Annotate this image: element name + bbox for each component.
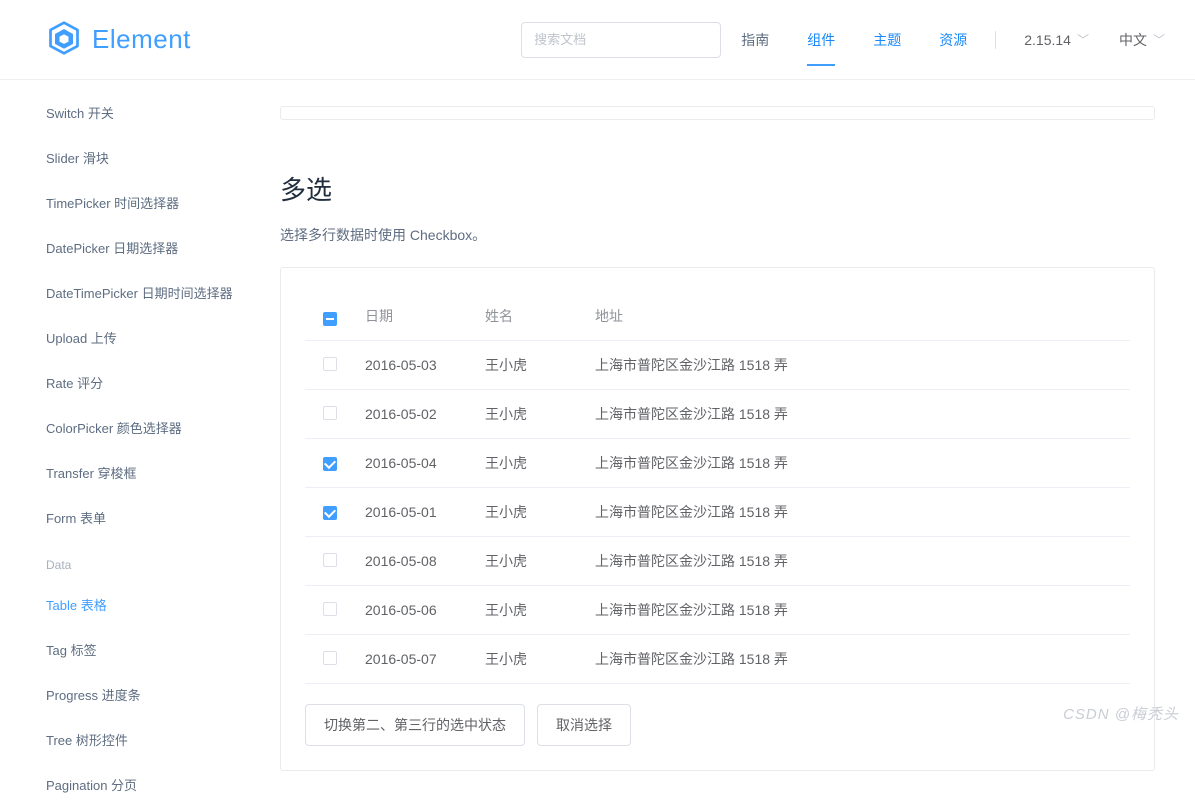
table-row: 2016-05-02王小虎上海市普陀区金沙江路 1518 弄 bbox=[305, 390, 1130, 439]
header: Element 指南 组件 主题 资源 2.15.14 ﹀ 中文 ﹀ bbox=[0, 0, 1195, 80]
cell-address: 上海市普陀区金沙江路 1518 弄 bbox=[585, 439, 1130, 488]
nav-component[interactable]: 组件 bbox=[807, 4, 835, 76]
sidebar-item-colorpicker[interactable]: ColorPicker 颜色选择器 bbox=[46, 405, 280, 450]
cell-name: 王小虎 bbox=[475, 537, 585, 586]
row-checkbox-cell bbox=[305, 488, 355, 537]
sidebar-item-datepicker[interactable]: DatePicker 日期选择器 bbox=[46, 225, 280, 270]
row-checkbox-cell bbox=[305, 635, 355, 684]
cell-name: 王小虎 bbox=[475, 439, 585, 488]
watermark: CSDN @梅秃头 bbox=[1063, 703, 1179, 724]
sidebar-item-pagination[interactable]: Pagination 分页 bbox=[46, 762, 280, 807]
table-row: 2016-05-04王小虎上海市普陀区金沙江路 1518 弄 bbox=[305, 439, 1130, 488]
table-row: 2016-05-07王小虎上海市普陀区金沙江路 1518 弄 bbox=[305, 635, 1130, 684]
cell-date: 2016-05-03 bbox=[355, 341, 475, 390]
cell-date: 2016-05-06 bbox=[355, 586, 475, 635]
table-row: 2016-05-08王小虎上海市普陀区金沙江路 1518 弄 bbox=[305, 537, 1130, 586]
nav-theme[interactable]: 主题 bbox=[873, 4, 901, 76]
row-checkbox-cell bbox=[305, 439, 355, 488]
content: 多选 选择多行数据时使用 Checkbox。 日期 姓名 地址 2016-05-… bbox=[280, 90, 1195, 807]
nav-guide[interactable]: 指南 bbox=[741, 4, 769, 76]
cell-date: 2016-05-04 bbox=[355, 439, 475, 488]
cell-date: 2016-05-08 bbox=[355, 537, 475, 586]
row-checkbox-cell bbox=[305, 537, 355, 586]
nav-resource[interactable]: 资源 bbox=[939, 4, 967, 76]
cell-address: 上海市普陀区金沙江路 1518 弄 bbox=[585, 390, 1130, 439]
lang-label: 中文 bbox=[1119, 30, 1147, 50]
header-checkbox-cell bbox=[305, 292, 355, 341]
cell-name: 王小虎 bbox=[475, 341, 585, 390]
version-label: 2.15.14 bbox=[1024, 32, 1071, 48]
logo-text: Element bbox=[92, 24, 191, 55]
cell-name: 王小虎 bbox=[475, 488, 585, 537]
chevron-down-icon: ﹀ bbox=[1077, 31, 1089, 48]
select-all-checkbox[interactable] bbox=[323, 312, 337, 326]
search-input[interactable] bbox=[521, 22, 721, 58]
sidebar-item-upload[interactable]: Upload 上传 bbox=[46, 315, 280, 360]
sidebar-group-data: Data bbox=[46, 540, 280, 582]
cell-address: 上海市普陀区金沙江路 1518 弄 bbox=[585, 537, 1130, 586]
action-bar: 切换第二、第三行的选中状态 取消选择 bbox=[305, 704, 1130, 746]
logo[interactable]: Element bbox=[46, 20, 191, 59]
sidebar-item-progress[interactable]: Progress 进度条 bbox=[46, 672, 280, 717]
clear-selection-button[interactable]: 取消选择 bbox=[537, 704, 631, 746]
sidebar-item-table[interactable]: Table 表格 bbox=[46, 582, 280, 627]
sidebar-item-datetimepicker[interactable]: DateTimePicker 日期时间选择器 bbox=[46, 270, 280, 315]
table-row: 2016-05-01王小虎上海市普陀区金沙江路 1518 弄 bbox=[305, 488, 1130, 537]
table-header-row: 日期 姓名 地址 bbox=[305, 292, 1130, 341]
sidebar-item-transfer[interactable]: Transfer 穿梭框 bbox=[46, 450, 280, 495]
header-date: 日期 bbox=[355, 292, 475, 341]
section-title: 多选 bbox=[280, 170, 1155, 207]
row-checkbox[interactable] bbox=[323, 553, 337, 567]
toggle-selection-button[interactable]: 切换第二、第三行的选中状态 bbox=[305, 704, 525, 746]
sidebar-item-tree[interactable]: Tree 树形控件 bbox=[46, 717, 280, 762]
sidebar: Switch 开关 Slider 滑块 TimePicker 时间选择器 Dat… bbox=[0, 90, 280, 807]
previous-demo-bottom bbox=[280, 106, 1155, 120]
cell-address: 上海市普陀区金沙江路 1518 弄 bbox=[585, 635, 1130, 684]
cell-date: 2016-05-07 bbox=[355, 635, 475, 684]
table-row: 2016-05-03王小虎上海市普陀区金沙江路 1518 弄 bbox=[305, 341, 1130, 390]
row-checkbox[interactable] bbox=[323, 651, 337, 665]
cell-name: 王小虎 bbox=[475, 586, 585, 635]
sidebar-item-form[interactable]: Form 表单 bbox=[46, 495, 280, 540]
demo-table: 日期 姓名 地址 2016-05-03王小虎上海市普陀区金沙江路 1518 弄2… bbox=[305, 292, 1130, 684]
nav-separator bbox=[995, 31, 996, 49]
cell-name: 王小虎 bbox=[475, 390, 585, 439]
row-checkbox-cell bbox=[305, 390, 355, 439]
row-checkbox-cell bbox=[305, 341, 355, 390]
logo-icon bbox=[46, 20, 82, 59]
header-name: 姓名 bbox=[475, 292, 585, 341]
header-address: 地址 bbox=[585, 292, 1130, 341]
row-checkbox-cell bbox=[305, 586, 355, 635]
row-checkbox[interactable] bbox=[323, 506, 337, 520]
cell-address: 上海市普陀区金沙江路 1518 弄 bbox=[585, 341, 1130, 390]
cell-name: 王小虎 bbox=[475, 635, 585, 684]
cell-date: 2016-05-02 bbox=[355, 390, 475, 439]
demo-block: 日期 姓名 地址 2016-05-03王小虎上海市普陀区金沙江路 1518 弄2… bbox=[280, 267, 1155, 771]
cell-address: 上海市普陀区金沙江路 1518 弄 bbox=[585, 586, 1130, 635]
row-checkbox[interactable] bbox=[323, 457, 337, 471]
row-checkbox[interactable] bbox=[323, 406, 337, 420]
cell-address: 上海市普陀区金沙江路 1518 弄 bbox=[585, 488, 1130, 537]
version-selector[interactable]: 2.15.14 ﹀ bbox=[1024, 31, 1089, 48]
sidebar-item-switch[interactable]: Switch 开关 bbox=[46, 90, 280, 135]
sidebar-item-rate[interactable]: Rate 评分 bbox=[46, 360, 280, 405]
section-desc: 选择多行数据时使用 Checkbox。 bbox=[280, 225, 1155, 245]
cell-date: 2016-05-01 bbox=[355, 488, 475, 537]
sidebar-item-slider[interactable]: Slider 滑块 bbox=[46, 135, 280, 180]
table-row: 2016-05-06王小虎上海市普陀区金沙江路 1518 弄 bbox=[305, 586, 1130, 635]
nav-links: 指南 组件 主题 资源 bbox=[741, 4, 967, 76]
row-checkbox[interactable] bbox=[323, 357, 337, 371]
lang-selector[interactable]: 中文 ﹀ bbox=[1119, 30, 1165, 50]
sidebar-item-timepicker[interactable]: TimePicker 时间选择器 bbox=[46, 180, 280, 225]
sidebar-item-tag[interactable]: Tag 标签 bbox=[46, 627, 280, 672]
chevron-down-icon: ﹀ bbox=[1153, 31, 1165, 48]
row-checkbox[interactable] bbox=[323, 602, 337, 616]
